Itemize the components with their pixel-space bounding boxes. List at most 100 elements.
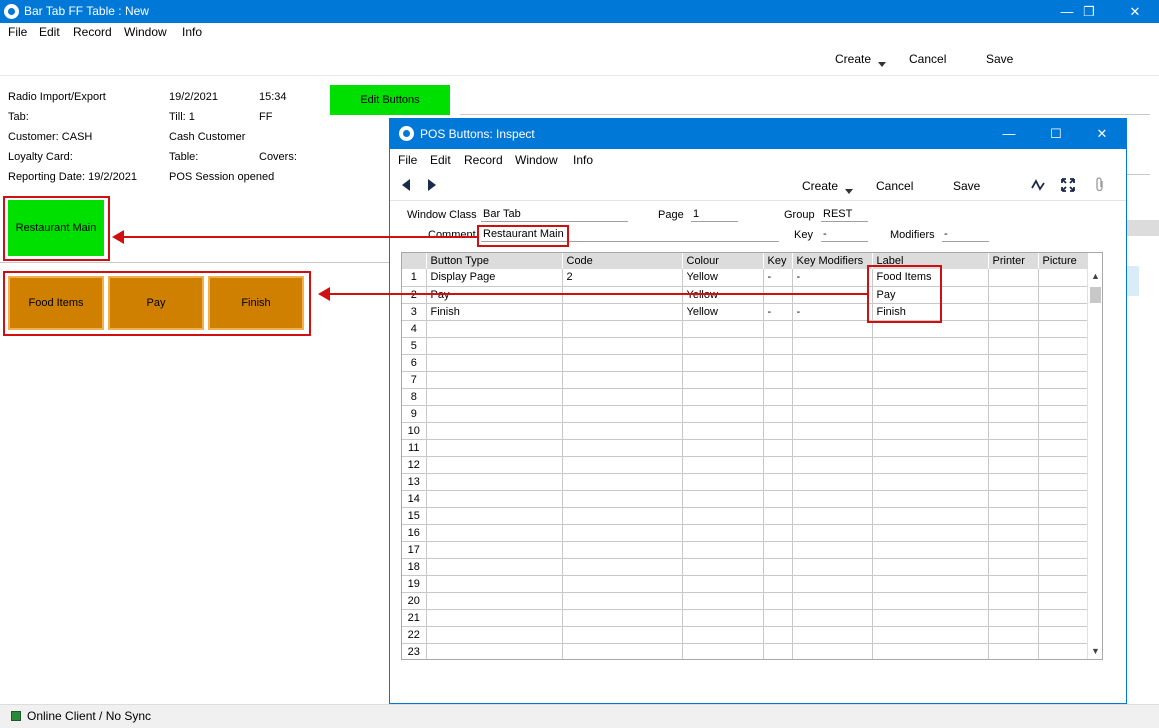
column-header-key-modifiers[interactable]: Key Modifiers	[792, 253, 873, 269]
cell-label[interactable]	[872, 490, 989, 508]
cell-key[interactable]	[763, 371, 793, 389]
cell-picture[interactable]	[1038, 320, 1089, 338]
table-row[interactable]: 17	[402, 541, 1089, 559]
cell-code[interactable]	[562, 388, 683, 406]
cell-code[interactable]	[562, 422, 683, 440]
cell-code[interactable]	[562, 439, 683, 457]
table-row[interactable]: 3 Finish Yellow - - Finish	[402, 303, 1089, 321]
cell-key-modifiers[interactable]	[792, 507, 873, 525]
cell-key-modifiers[interactable]	[792, 337, 873, 355]
cell-key-modifiers[interactable]	[792, 592, 873, 610]
cell-code[interactable]	[562, 626, 683, 644]
scroll-thumb[interactable]	[1090, 287, 1101, 303]
cell-colour[interactable]	[682, 575, 764, 593]
cell-key-modifiers[interactable]	[792, 558, 873, 576]
cell-label[interactable]	[872, 405, 989, 423]
table-row[interactable]: 6	[402, 354, 1089, 372]
cell-picture[interactable]	[1038, 609, 1089, 627]
next-record-icon[interactable]	[428, 179, 436, 191]
dialog-menu-window[interactable]: Window	[515, 153, 558, 167]
dialog-save-button[interactable]: Save	[953, 179, 980, 193]
cell-colour[interactable]	[682, 337, 764, 355]
cell-key-modifiers[interactable]	[792, 371, 873, 389]
dialog-menu-info[interactable]: Info	[573, 153, 593, 167]
cell-key-modifiers[interactable]	[792, 354, 873, 372]
dialog-close-button[interactable]: ✕	[1079, 119, 1125, 149]
table-row[interactable]: 7	[402, 371, 1089, 389]
table-row[interactable]: 15	[402, 507, 1089, 525]
cell-key[interactable]	[763, 456, 793, 474]
cell-picture[interactable]	[1038, 524, 1089, 542]
cell-button-type[interactable]	[426, 592, 563, 610]
cell-picture[interactable]	[1038, 558, 1089, 576]
key-field[interactable]: -	[821, 228, 868, 242]
cell-colour[interactable]	[682, 558, 764, 576]
dialog-cancel-button[interactable]: Cancel	[876, 179, 913, 193]
cell-button-type[interactable]	[426, 524, 563, 542]
paperclip-icon[interactable]	[1094, 177, 1106, 193]
table-row[interactable]: 20	[402, 592, 1089, 610]
cell-picture[interactable]	[1038, 371, 1089, 389]
cell-key[interactable]	[763, 337, 793, 355]
column-header-code[interactable]: Code	[562, 253, 683, 269]
expand-icon[interactable]	[1061, 178, 1075, 192]
cell-key[interactable]	[763, 507, 793, 525]
cell-button-type[interactable]	[426, 320, 563, 338]
cell-colour[interactable]	[682, 388, 764, 406]
cell-button-type[interactable]: Display Page	[426, 269, 563, 287]
cell-colour[interactable]	[682, 490, 764, 508]
column-header-button-type[interactable]: Button Type	[426, 253, 563, 269]
cell-label[interactable]	[872, 558, 989, 576]
cell-button-type[interactable]	[426, 626, 563, 644]
cell-printer[interactable]	[988, 456, 1039, 474]
scroll-down-icon[interactable]: ▼	[1091, 647, 1100, 656]
column-header-row-number[interactable]	[402, 253, 427, 269]
menu-record[interactable]: Record	[73, 25, 112, 39]
cell-code[interactable]	[562, 643, 683, 659]
cell-printer[interactable]	[988, 490, 1039, 508]
dialog-menu-file[interactable]: File	[398, 153, 417, 167]
dialog-menu-record[interactable]: Record	[464, 153, 503, 167]
cell-printer[interactable]	[988, 320, 1039, 338]
cell-label[interactable]	[872, 524, 989, 542]
cell-label[interactable]	[872, 609, 989, 627]
cell-picture[interactable]	[1038, 405, 1089, 423]
dialog-create-button[interactable]: Create	[802, 179, 854, 194]
cell-colour[interactable]	[682, 422, 764, 440]
cell-code[interactable]	[562, 592, 683, 610]
table-row[interactable]: 4	[402, 320, 1089, 338]
cell-printer[interactable]	[988, 303, 1039, 321]
cell-picture[interactable]	[1038, 286, 1089, 304]
cell-code[interactable]	[562, 490, 683, 508]
cell-code[interactable]	[562, 405, 683, 423]
cell-key-modifiers[interactable]	[792, 439, 873, 457]
cell-colour[interactable]	[682, 592, 764, 610]
cell-picture[interactable]	[1038, 439, 1089, 457]
cell-label[interactable]	[872, 456, 989, 474]
cell-label[interactable]	[872, 643, 989, 659]
cell-picture[interactable]	[1038, 626, 1089, 644]
menu-edit[interactable]: Edit	[39, 25, 60, 39]
pos-button-food-items[interactable]: Food Items	[8, 276, 104, 330]
cell-label[interactable]	[872, 575, 989, 593]
cell-key-modifiers[interactable]	[792, 422, 873, 440]
menu-window[interactable]: Window	[124, 25, 167, 39]
cell-printer[interactable]	[988, 558, 1039, 576]
cell-key-modifiers[interactable]	[792, 643, 873, 659]
cell-picture[interactable]	[1038, 354, 1089, 372]
cell-printer[interactable]	[988, 609, 1039, 627]
cell-label[interactable]	[872, 337, 989, 355]
cell-button-type[interactable]	[426, 643, 563, 659]
column-header-colour[interactable]: Colour	[682, 253, 764, 269]
table-row[interactable]: 23	[402, 643, 1089, 659]
previous-record-icon[interactable]	[402, 179, 410, 191]
cell-key[interactable]	[763, 354, 793, 372]
scroll-up-icon[interactable]: ▲	[1091, 272, 1100, 281]
cell-key-modifiers[interactable]	[792, 320, 873, 338]
dialog-maximize-button[interactable]: ☐	[1033, 119, 1079, 149]
cell-printer[interactable]	[988, 626, 1039, 644]
cell-picture[interactable]	[1038, 303, 1089, 321]
table-row[interactable]: 11	[402, 439, 1089, 457]
cell-code[interactable]	[562, 473, 683, 491]
cell-label[interactable]	[872, 388, 989, 406]
